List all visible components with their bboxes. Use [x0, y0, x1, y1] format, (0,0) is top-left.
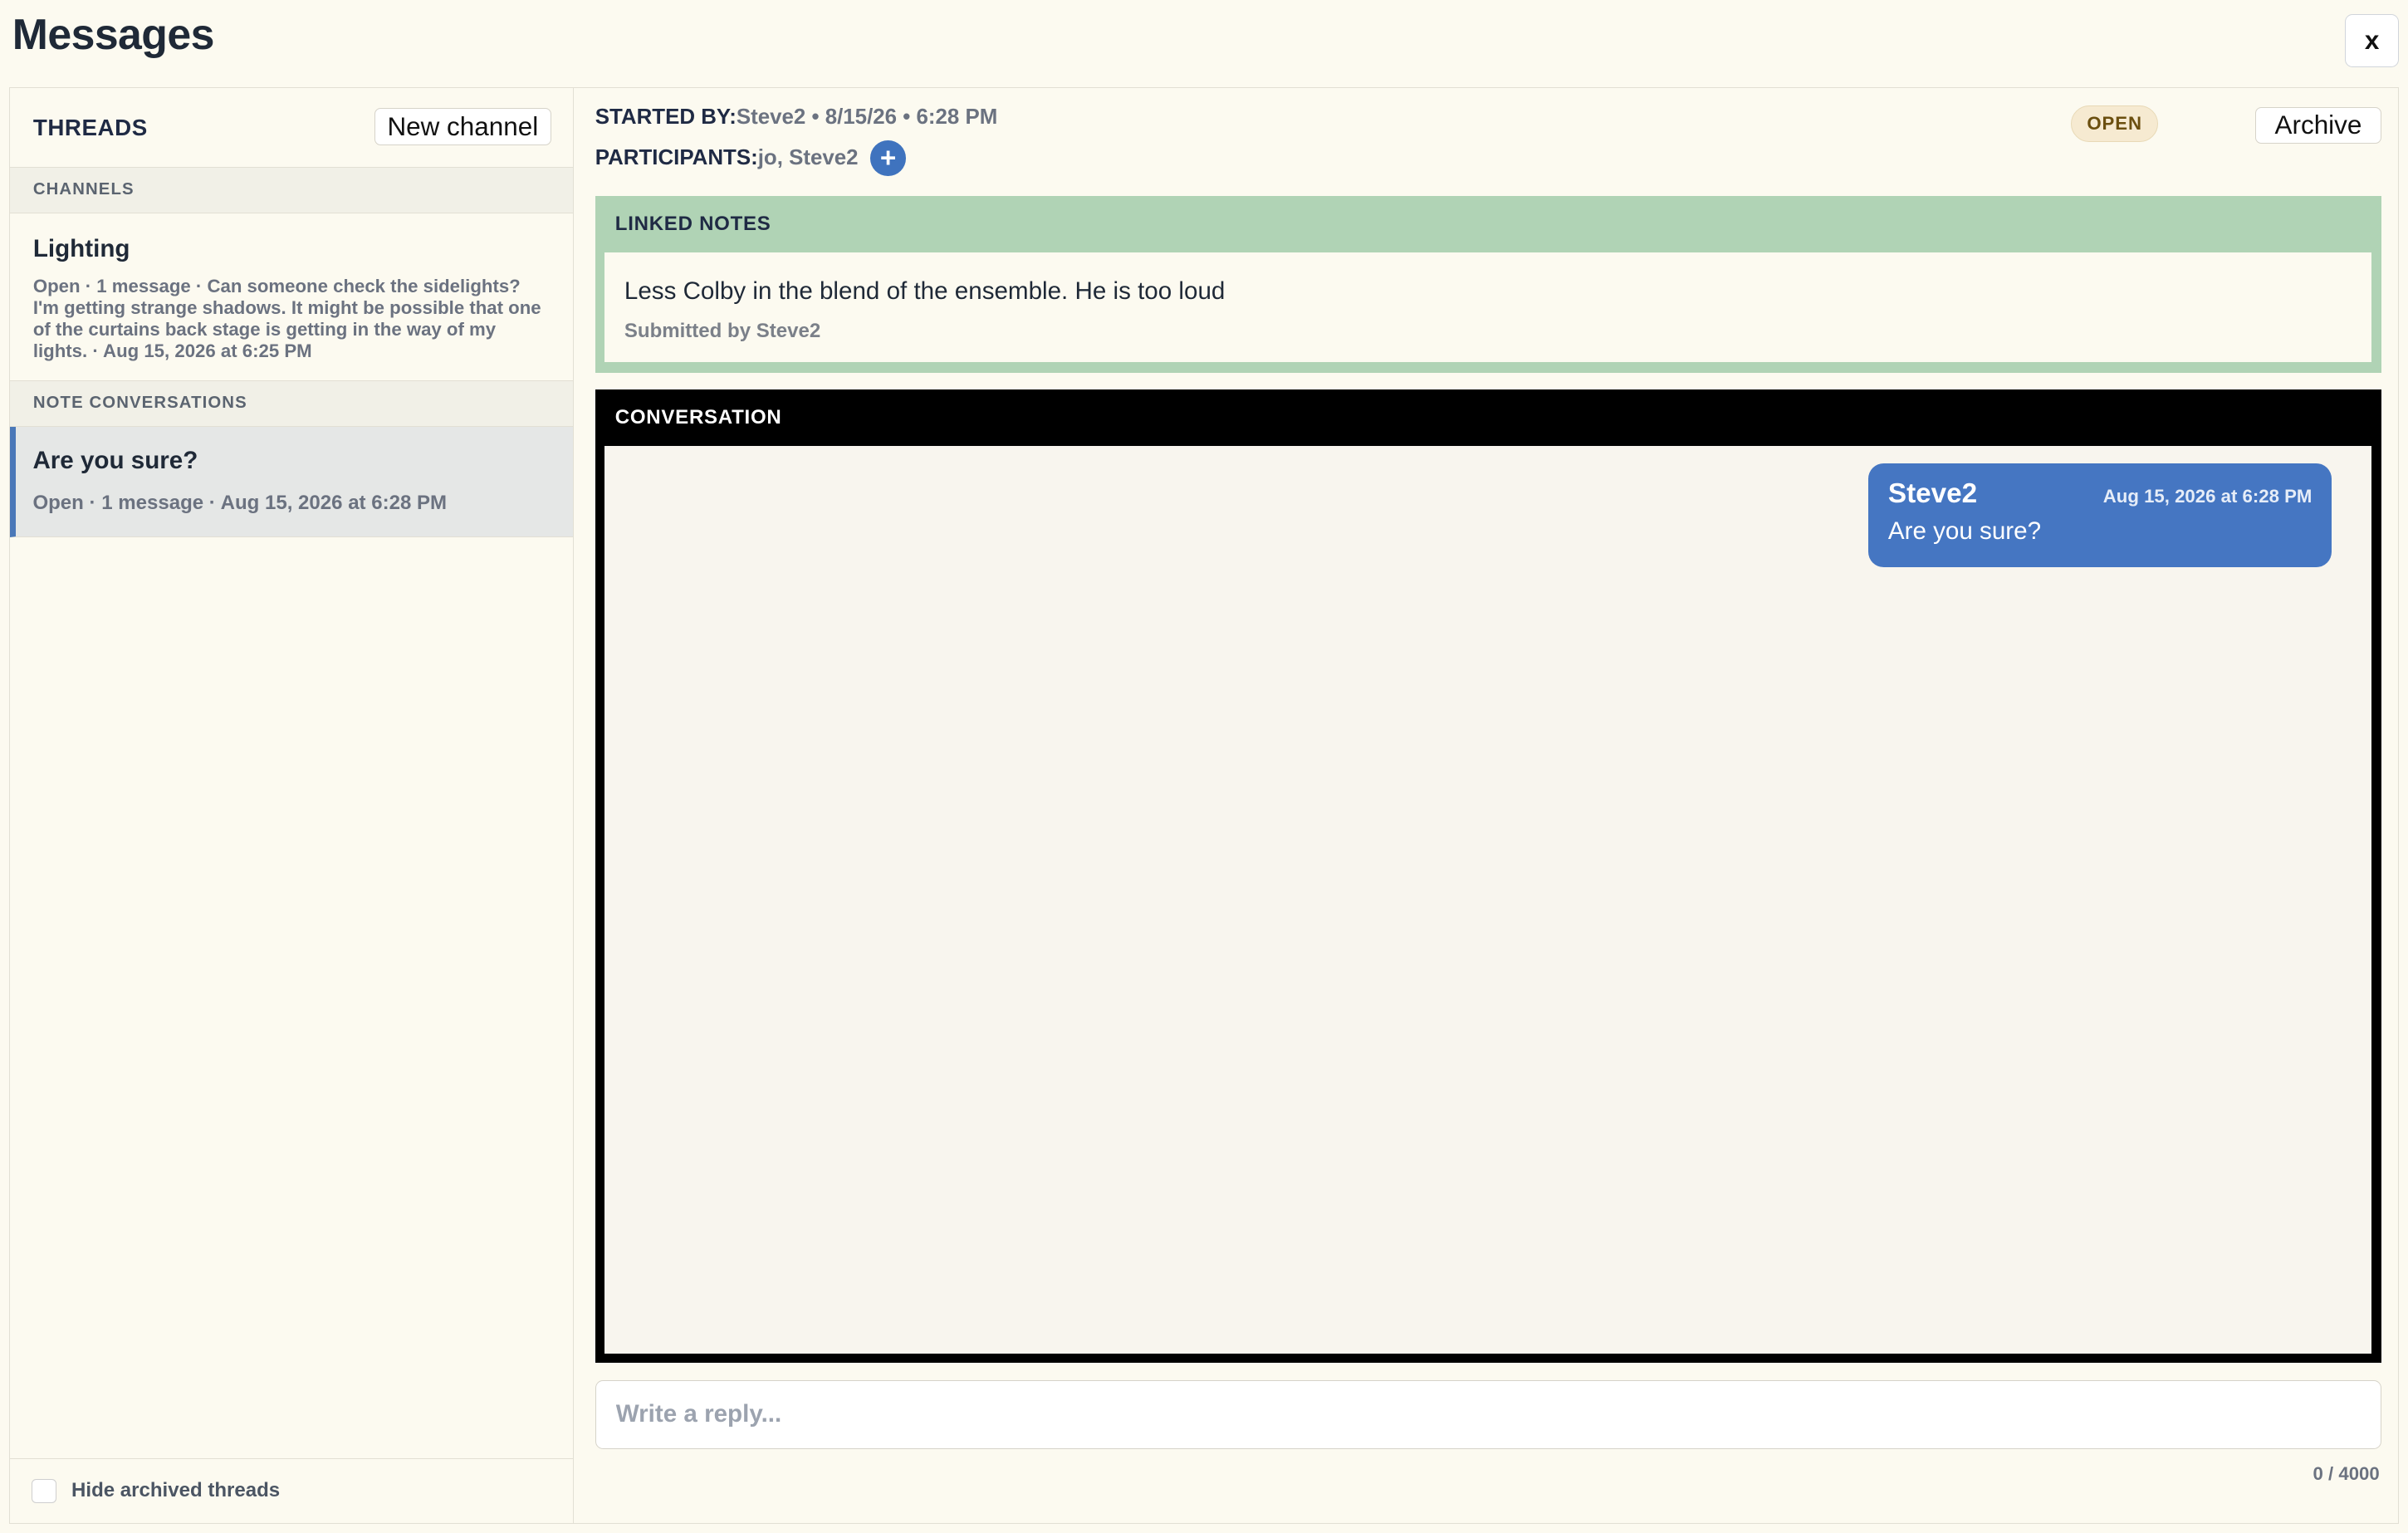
- message-bubble: Steve2 Aug 15, 2026 at 6:28 PM Are you s…: [1867, 463, 2332, 568]
- reply-input[interactable]: [595, 1379, 2381, 1450]
- channels-section-header: CHANNELS: [10, 167, 573, 214]
- channel-item-lighting[interactable]: Lighting Open · 1 message · Can someone …: [10, 213, 573, 381]
- threads-sidebar: THREADS New channel CHANNELS Lighting Op…: [10, 88, 574, 1523]
- note-conversations-section-header: NOTE CONVERSATIONS: [10, 380, 573, 428]
- note-conversation-meta: Open · 1 message · Aug 15, 2026 at 6:28 …: [32, 492, 448, 515]
- status-badge: OPEN: [2070, 105, 2159, 143]
- started-by-label: STARTED BY:: [595, 105, 737, 129]
- plus-icon: +: [879, 142, 897, 174]
- linked-notes-header: LINKED NOTES: [614, 213, 771, 236]
- participants-row: PARTICIPANTS: jo, Steve2 +: [595, 140, 906, 176]
- archive-button[interactable]: Archive: [2255, 106, 2381, 144]
- linked-note-submitter: Submitted by Steve2: [624, 319, 821, 342]
- new-channel-button[interactable]: New channel: [374, 108, 551, 145]
- linked-note-card[interactable]: Less Colby in the blend of the ensemble.…: [604, 252, 2372, 362]
- started-by-value: Steve2 • 8/15/26 • 6:28 PM: [736, 105, 998, 129]
- note-conversation-title: Are you sure?: [32, 447, 198, 475]
- participants-value: jo, Steve2: [757, 146, 859, 170]
- close-button[interactable]: x: [2345, 13, 2399, 68]
- started-by-row: STARTED BY: Steve2 • 8/15/26 • 6:28 PM: [595, 105, 998, 130]
- character-counter: 0 / 4000: [2313, 1462, 2380, 1484]
- message-text: Are you sure?: [1887, 517, 2042, 546]
- page-title: Messages: [12, 10, 215, 59]
- add-participant-button[interactable]: +: [870, 140, 906, 176]
- channel-title: Lighting: [32, 235, 130, 263]
- participants-label: PARTICIPANTS:: [595, 146, 758, 170]
- conversation-panel: CONVERSATION Steve2 Aug 15, 2026 at 6:28…: [595, 389, 2381, 1364]
- note-conversation-item-selected[interactable]: Are you sure? Open · 1 message · Aug 15,…: [10, 427, 573, 538]
- conversation-header: CONVERSATION: [614, 406, 782, 429]
- threads-label: THREADS: [32, 114, 148, 140]
- channel-meta: Open · 1 message · Can someone check the…: [32, 275, 541, 361]
- linked-notes-panel: LINKED NOTES Less Colby in the blend of …: [595, 195, 2381, 373]
- messages-panel: THREADS New channel CHANNELS Lighting Op…: [9, 87, 2399, 1524]
- hide-archived-label[interactable]: Hide archived threads: [71, 1479, 280, 1502]
- message-timestamp: Aug 15, 2026 at 6:28 PM: [2102, 486, 2313, 507]
- hide-archived-checkbox[interactable]: [31, 1478, 56, 1504]
- sidebar-footer: Hide archived threads: [10, 1458, 573, 1523]
- conversation-body[interactable]: Steve2 Aug 15, 2026 at 6:28 PM Are you s…: [604, 446, 2372, 1354]
- linked-note-text: Less Colby in the blend of the ensemble.…: [624, 277, 1226, 305]
- thread-main-pane: STARTED BY: Steve2 • 8/15/26 • 6:28 PM P…: [574, 88, 2398, 1522]
- threads-header: THREADS New channel: [10, 88, 573, 168]
